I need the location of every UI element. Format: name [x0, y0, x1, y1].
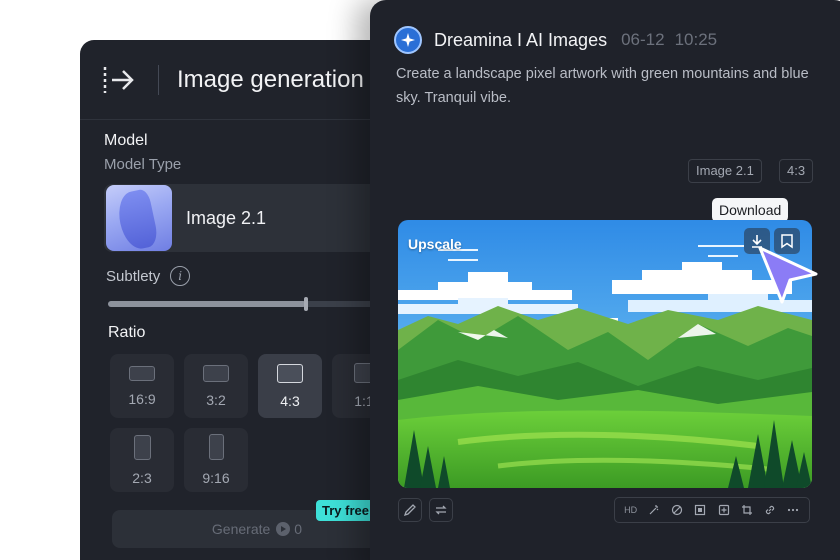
generate-cost: 0	[294, 521, 303, 537]
subtlety-row: Subtlety i	[106, 266, 191, 286]
model-selector[interactable]: Image 2.1	[104, 184, 400, 252]
ratio-9-16-shape-icon	[208, 434, 224, 460]
ratio-16-9-shape-icon	[129, 365, 155, 381]
result-panel: Dreamina I AI Images 06-12 10:25 Create …	[370, 0, 840, 560]
ratio-3-2-shape-icon	[203, 364, 229, 382]
model-tag: Image 2.1	[688, 159, 762, 183]
message-header: Dreamina I AI Images 06-12 10:25	[394, 26, 717, 54]
app-name: Dreamina I AI Images	[434, 29, 608, 50]
try-free-badge: Try free	[316, 500, 375, 521]
ratio-option-9-16[interactable]: 9:16	[184, 428, 248, 492]
image-generation-panel: Image generation Model Model Type Image …	[80, 40, 400, 560]
dreamina-logo-icon	[394, 26, 422, 54]
hd-button[interactable]: HD	[622, 501, 640, 519]
ratio-tag: 4:3	[779, 159, 814, 183]
expand-icon[interactable]	[691, 501, 709, 519]
header-divider	[158, 64, 159, 95]
panel-header: Image generation	[80, 40, 400, 120]
app-stage: Image generation Model Model Type Image …	[0, 0, 840, 560]
generated-image[interactable]: Upscale	[398, 220, 812, 488]
ratio-2-3-shape-icon	[133, 434, 151, 460]
landscape-pixel-artwork	[398, 220, 812, 488]
pointer-cursor-icon	[754, 244, 818, 309]
eraser-icon[interactable]	[668, 501, 686, 519]
generate-label: Generate	[211, 521, 271, 537]
magic-wand-icon[interactable]	[645, 501, 663, 519]
ratio-label: 3:2	[206, 391, 226, 408]
model-thumbnail	[106, 185, 172, 251]
link-icon[interactable]	[761, 501, 779, 519]
collapse-sidebar-icon[interactable]	[102, 63, 136, 97]
ratio-option-3-2[interactable]: 3:2	[184, 354, 248, 418]
credit-coin-icon	[276, 522, 291, 536]
regenerate-icon[interactable]	[429, 498, 453, 522]
upscale-button[interactable]: Upscale	[408, 236, 462, 252]
ratio-label: 4:3	[280, 392, 300, 409]
ratio-option-4-3[interactable]: 4:3	[258, 354, 322, 418]
ratio-4-3-shape-icon	[277, 363, 303, 383]
download-tooltip: Download	[712, 198, 789, 222]
message-time: 10:25	[674, 30, 718, 49]
ratio-title: Ratio	[108, 324, 146, 341]
slider-thumb[interactable]	[304, 297, 308, 311]
ratio-label: 16:9	[128, 390, 156, 407]
subtlety-slider[interactable]	[108, 297, 400, 311]
panel-title: Image generation	[177, 65, 364, 93]
crop-icon[interactable]	[738, 501, 756, 519]
edit-icon[interactable]	[398, 498, 422, 522]
ratio-label: 9:16	[202, 470, 230, 486]
ratio-option-16-9[interactable]: 16:9	[110, 354, 174, 418]
image-tool-bar: HD	[614, 497, 810, 523]
subtlety-label: Subtlety	[106, 267, 161, 285]
slider-fill	[108, 301, 306, 307]
inpaint-icon[interactable]	[715, 501, 733, 519]
info-icon[interactable]: i	[170, 266, 191, 286]
model-type-label: Model Type	[104, 156, 182, 173]
model-name: Image 2.1	[186, 207, 267, 228]
more-icon[interactable]	[784, 501, 802, 519]
ratio-label: 2:3	[132, 469, 152, 486]
message-date: 06-12	[621, 30, 665, 49]
model-section-title: Model	[104, 132, 148, 149]
prompt-text: Create a landscape pixel artwork with gr…	[396, 66, 809, 106]
ratio-option-2-3[interactable]: 2:3	[110, 428, 174, 492]
